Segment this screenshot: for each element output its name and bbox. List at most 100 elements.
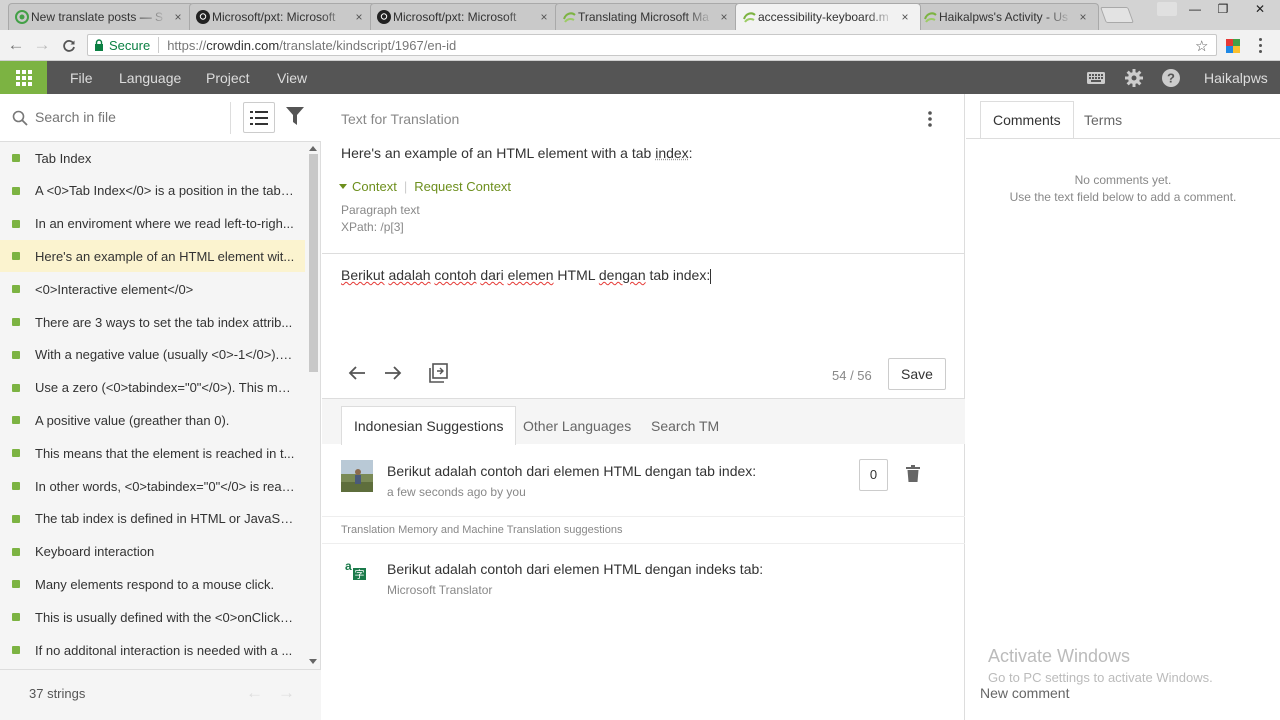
app-header: File Language Project View ? Haikalpws <box>0 61 1280 94</box>
suggestion-text[interactable]: Berikut adalah contoh dari elemen HTML d… <box>387 463 756 479</box>
string-list-item[interactable]: Here's an example of an HTML element wit… <box>0 240 305 272</box>
reload-icon[interactable] <box>58 35 80 57</box>
menu-file[interactable]: File <box>70 70 93 86</box>
browser-tab[interactable]: accessibility-keyboard.m × <box>735 3 921 30</box>
translation-textarea[interactable]: Berikut adalah contoh dari elemen HTML d… <box>322 253 965 353</box>
translated-status-dot <box>12 548 20 556</box>
forward-icon[interactable]: → <box>31 35 53 57</box>
string-list-item[interactable]: In other words, <0>tabindex="0"</0> is r… <box>0 470 305 502</box>
tab-close-icon[interactable]: × <box>537 10 551 24</box>
string-list-item[interactable]: This is usually defined with the <0>onCl… <box>0 601 305 633</box>
request-context-link[interactable]: Request Context <box>414 179 511 194</box>
string-list-item[interactable]: <0>Interactive element</0> <box>0 273 305 305</box>
mt-suggestion-item[interactable]: a 字 Berikut adalah contoh dari elemen HT… <box>322 544 965 614</box>
browser-profile-chip[interactable] <box>1157 2 1177 16</box>
string-list-item[interactable]: With a negative value (usually <0>-1</0>… <box>0 339 305 371</box>
more-options-icon[interactable] <box>928 111 932 127</box>
omnibox-divider <box>158 37 159 53</box>
search-in-file-input[interactable] <box>35 109 225 125</box>
next-string-icon[interactable] <box>384 365 402 381</box>
keyboard-icon[interactable] <box>1086 68 1106 88</box>
translated-status-dot <box>12 187 20 195</box>
extension-icon[interactable] <box>1226 39 1240 53</box>
context-row: Context | Request Context <box>339 179 511 194</box>
translated-status-dot <box>12 318 20 326</box>
scroll-down-arrow[interactable] <box>309 659 317 664</box>
apps-grid-icon[interactable] <box>0 61 47 94</box>
new-comment-input[interactable]: New comment <box>980 685 1069 701</box>
string-list-item[interactable]: Use a zero (<0>tabindex="0"</0>). This m… <box>0 372 305 404</box>
help-icon[interactable]: ? <box>1161 68 1181 88</box>
context-toggle[interactable]: Context <box>352 179 397 194</box>
string-list-item[interactable]: Tab Index <box>0 142 305 174</box>
bookmark-star-icon[interactable]: ☆ <box>1195 37 1208 55</box>
browser-menu-icon[interactable] <box>1259 38 1263 54</box>
translated-status-dot <box>12 613 20 621</box>
string-list-item[interactable]: A positive value (greather than 0). <box>0 404 305 436</box>
new-tab-button[interactable] <box>1100 7 1134 23</box>
next-page-icon[interactable]: → <box>278 683 295 703</box>
copy-source-icon[interactable] <box>429 363 448 383</box>
menu-view[interactable]: View <box>277 70 307 86</box>
browser-tab[interactable]: Haikalpws's Activity - Us × <box>916 3 1099 30</box>
string-list-item[interactable]: If no additonal interaction is needed wi… <box>0 634 305 666</box>
browser-tab[interactable]: Microsoft/pxt: Microsoft × <box>189 3 375 30</box>
username[interactable]: Haikalpws <box>1204 70 1268 86</box>
suggestion-item[interactable]: Berikut adalah contoh dari elemen HTML d… <box>322 444 965 516</box>
prev-page-icon[interactable]: ← <box>246 683 263 703</box>
string-list-item[interactable]: This means that the element is reached i… <box>0 437 305 469</box>
source-term-highlight[interactable]: index <box>655 145 688 161</box>
back-icon[interactable]: ← <box>5 35 27 57</box>
scroll-thumb[interactable] <box>309 154 318 372</box>
browser-tab[interactable]: Microsoft/pxt: Microsoft × <box>370 3 560 30</box>
gear-icon[interactable] <box>1124 68 1144 88</box>
tab-close-icon[interactable]: × <box>352 10 366 24</box>
menu-project[interactable]: Project <box>206 70 250 86</box>
string-list-item[interactable]: A <0>Tab Index</0> is a position in the … <box>0 175 305 207</box>
address-bar[interactable]: Secure https://crowdin.com/translate/kin… <box>87 34 1217 56</box>
tab-close-icon[interactable]: × <box>1076 10 1090 24</box>
delete-icon[interactable] <box>906 465 920 482</box>
scroll-up-arrow[interactable] <box>309 146 317 151</box>
translated-status-dot <box>12 384 20 392</box>
string-list-item[interactable]: Keyboard interaction <box>0 536 305 568</box>
tab-close-icon[interactable]: × <box>717 10 731 24</box>
save-button[interactable]: Save <box>888 358 946 390</box>
filter-icon[interactable] <box>286 107 304 127</box>
string-list-item[interactable]: In an enviroment where we read left-to-r… <box>0 208 305 240</box>
strings-scrollbar[interactable] <box>308 144 318 666</box>
string-list-item[interactable]: Many elements respond to a mouse click. <box>0 568 305 600</box>
suggestion-tabs: Indonesian Suggestions Other Languages S… <box>322 398 965 444</box>
string-list-item[interactable]: There are 3 ways to set the tab index at… <box>0 306 305 338</box>
translated-status-dot <box>12 515 20 523</box>
minimize-icon[interactable]: — <box>1181 0 1209 20</box>
tab-close-icon[interactable]: × <box>898 10 912 24</box>
translated-status-dot <box>12 154 20 162</box>
window-close-icon[interactable]: ✕ <box>1237 0 1280 20</box>
browser-tab[interactable]: New translate posts — S × <box>8 3 194 30</box>
list-view-button[interactable] <box>243 102 275 133</box>
string-list-item[interactable]: The tab index is defined in HTML or Java… <box>0 503 305 535</box>
no-comments-line2: Use the text field below to add a commen… <box>966 189 1280 206</box>
context-expand-icon[interactable] <box>339 184 347 189</box>
vote-count[interactable]: 0 <box>859 459 888 491</box>
translation-text[interactable]: Berikut adalah contoh dari elemen HTML d… <box>341 267 711 284</box>
tab-close-icon[interactable]: × <box>171 10 185 24</box>
url-host: crowdin.com <box>206 38 279 53</box>
maximize-icon[interactable]: ❐ <box>1209 0 1237 20</box>
translated-status-dot <box>12 252 20 260</box>
tab-comments[interactable]: Comments <box>980 101 1074 139</box>
browser-tab-title: New translate posts — S <box>31 10 167 24</box>
browser-tab-strip: New translate posts — S × Microsoft/pxt: M… <box>0 0 1280 30</box>
tab-search-tm[interactable]: Search TM <box>639 406 731 445</box>
menu-language[interactable]: Language <box>119 70 181 86</box>
string-list-item-text: The tab index is defined in HTML or Java… <box>35 511 295 526</box>
mt-suggestion-text[interactable]: Berikut adalah contoh dari elemen HTML d… <box>387 561 763 577</box>
translation-word: Berikut <box>341 267 385 283</box>
tab-terms[interactable]: Terms <box>1072 101 1134 139</box>
previous-string-icon[interactable] <box>348 365 366 381</box>
tm-mt-section-label: Translation Memory and Machine Translati… <box>322 516 965 544</box>
browser-tab[interactable]: Translating Microsoft Ma × <box>555 3 740 30</box>
tab-indonesian-suggestions[interactable]: Indonesian Suggestions <box>341 406 516 445</box>
tab-other-languages[interactable]: Other Languages <box>511 406 643 445</box>
